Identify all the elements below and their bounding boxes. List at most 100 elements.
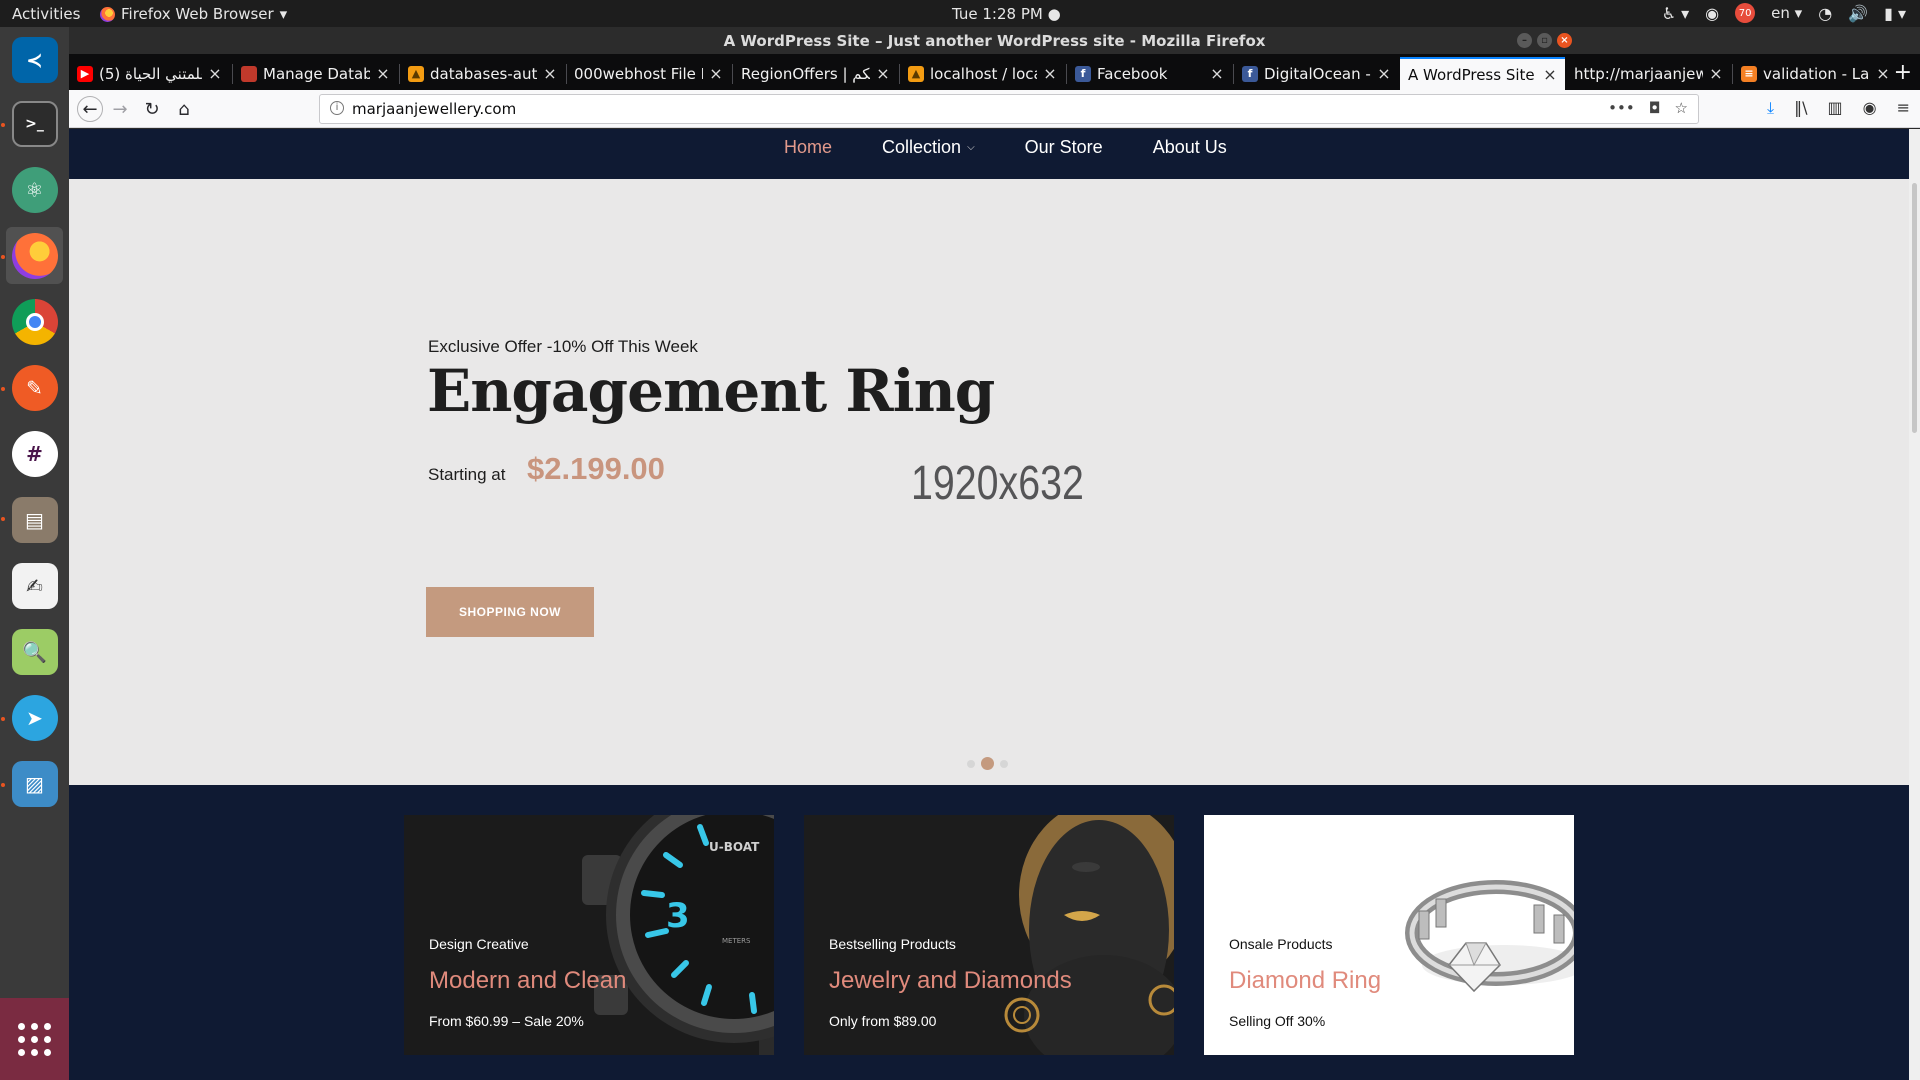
library-icon[interactable]: ‖\ [1794,98,1807,118]
dock-terminal[interactable]: >_ [6,95,63,152]
tab-label: localhost / loca [930,64,1037,83]
activities-button[interactable]: Activities [12,5,80,23]
reload-button[interactable]: ↻ [139,96,165,122]
tab-000webhost[interactable]: 000webhost File M × [566,57,731,90]
slider-dot[interactable] [1000,759,1008,768]
pocket-icon[interactable]: ◘ [1649,99,1661,117]
url-text[interactable]: marjaanjewellery.com [352,100,516,118]
site-info-icon[interactable]: i [330,101,344,115]
close-tab-icon[interactable]: × [1210,64,1224,83]
promo-card-modern[interactable]: 3 U-BOAT METERS Design Creative Modern a… [404,815,774,1055]
menu-label: Collection [882,137,962,157]
close-tab-icon[interactable]: × [208,64,222,83]
tab-digitalocean[interactable]: f DigitalOcean - H × [1234,57,1399,90]
hamburger-menu-icon[interactable]: ≡ [1897,98,1910,118]
close-window-button[interactable]: × [1557,33,1572,48]
back-button[interactable]: ← [77,96,103,122]
dock-files[interactable]: ▤ [6,491,63,548]
promo-card-jewelry[interactable]: Bestselling Products Jewelry and Diamond… [804,815,1174,1055]
url-bar[interactable]: i marjaanjewellery.com ••• ◘ ☆ [319,94,1699,124]
close-tab-icon[interactable]: × [1709,64,1723,83]
menu-label: Our Store [1024,137,1103,157]
chevron-down-icon: ▾ [279,5,288,23]
dock-atom[interactable]: ⚛ [6,161,63,218]
card-price: Selling Off 30% [1229,1013,1326,1029]
menu-collection[interactable]: Collection ⌵ [857,137,1000,158]
menu-home[interactable]: Home [759,137,857,158]
dock-chrome[interactable] [6,293,63,350]
minimize-button[interactable]: – [1517,33,1532,48]
tab-regionoffers[interactable]: RegionOffers | حكم × [733,57,898,90]
tab-wordpress-site[interactable]: A WordPress Site - × [1400,57,1565,90]
menu-about-us[interactable]: About Us [1128,137,1252,158]
dock-vscode[interactable]: ≺ [6,31,63,88]
page-scrollbar[interactable] [1909,129,1920,1080]
close-tab-icon[interactable]: × [1543,65,1557,84]
facebook-icon: f [1242,65,1258,82]
tab-validation[interactable]: ≡ validation - Lara × [1733,57,1898,90]
tab-label: validation - Lara [1763,64,1870,83]
card-subtitle: Design Creative [429,936,529,952]
card-title[interactable]: Jewelry and Diamonds [829,967,1072,995]
new-tab-button[interactable]: + [1894,60,1912,85]
menu-our-store[interactable]: Our Store [1000,137,1128,158]
downloads-icon[interactable]: ⤓ [1767,98,1774,118]
notification-badge[interactable]: 70 [1735,3,1756,23]
clock[interactable]: Tue 1:28 PM ● [952,5,1061,23]
promo-card-diamond-ring[interactable]: Onsale Products Diamond Ring Selling Off… [1204,815,1574,1055]
card-title[interactable]: Modern and Clean [429,967,626,995]
close-tab-icon[interactable]: × [376,64,390,83]
dock-text-editor[interactable]: ✍ [6,557,63,614]
slider-dot-active[interactable] [981,757,994,770]
dock-postman[interactable]: ✎ [6,359,63,416]
close-tab-icon[interactable]: × [1876,64,1890,83]
tab-strip: ▶ (5) علمتني الحياة × Manage Databa × ▲ … [69,54,1920,90]
messaging-icon[interactable]: ◉ [1705,4,1719,23]
arrow-right-icon: → [112,98,128,120]
slider-dot[interactable] [967,759,975,768]
account-icon[interactable]: ◉ [1863,98,1877,118]
home-button[interactable]: ⌂ [171,96,197,122]
close-tab-icon[interactable]: × [543,64,557,83]
tab-databases-auth[interactable]: ▲ databases-auth × [400,57,565,90]
close-tab-icon[interactable]: × [1377,64,1391,83]
page-actions-icon[interactable]: ••• [1608,99,1635,117]
volume-icon[interactable]: 🔊 [1848,4,1868,23]
promo-banners: 3 U-BOAT METERS Design Creative Modern a… [69,785,1909,1080]
tab-label: RegionOffers | حكم [741,64,870,83]
tab-youtube[interactable]: ▶ (5) علمتني الحياة × [69,57,230,90]
sidebar-icon[interactable]: ▥ [1828,98,1843,118]
app-menu[interactable]: Firefox Web Browser ▾ [100,5,287,23]
tab-localhost[interactable]: ▲ localhost / loca × [900,57,1065,90]
card-subtitle: Onsale Products [1229,936,1333,952]
tab-marjaanjewellery[interactable]: http://marjaanjew × [1566,57,1731,90]
battery-icon[interactable]: ▮ ▾ [1884,4,1906,23]
scrollbar-thumb[interactable] [1912,183,1917,433]
bookmark-star-icon[interactable]: ☆ [1675,99,1688,117]
language-indicator[interactable]: en ▾ [1771,4,1802,22]
telegram-icon: ➤ [11,694,58,741]
close-tab-icon[interactable]: × [876,64,890,83]
close-tab-icon[interactable]: × [1043,64,1057,83]
tab-manage-databases[interactable]: Manage Databa × [233,57,398,90]
card-title[interactable]: Diamond Ring [1229,967,1381,995]
wifi-icon[interactable]: ◔ [1818,4,1832,23]
dock-slack[interactable]: # [6,425,63,482]
close-tab-icon[interactable]: × [709,64,723,83]
dock-telegram[interactable]: ➤ [6,689,63,746]
dock-image-viewer[interactable]: 🔍 [6,623,63,680]
app-grid-icon [18,1022,51,1056]
dock-gimp[interactable]: ▨ [6,755,63,812]
hero-image-placeholder: 1920x632 [911,457,1084,510]
show-applications-button[interactable] [0,998,69,1080]
svg-text:U-BOAT: U-BOAT [709,840,760,854]
shopping-now-button[interactable]: SHOPPING NOW [426,587,594,637]
forward-button[interactable]: → [107,96,133,122]
firefox-icon [100,6,115,22]
image-viewer-icon: 🔍 [11,628,58,675]
dock-firefox[interactable] [6,227,63,284]
tab-facebook[interactable]: f Facebook × [1067,57,1232,90]
maximize-button[interactable]: ▫ [1537,33,1552,48]
running-indicator [1,255,5,259]
accessibility-icon[interactable]: ♿ ▾ [1662,4,1689,23]
